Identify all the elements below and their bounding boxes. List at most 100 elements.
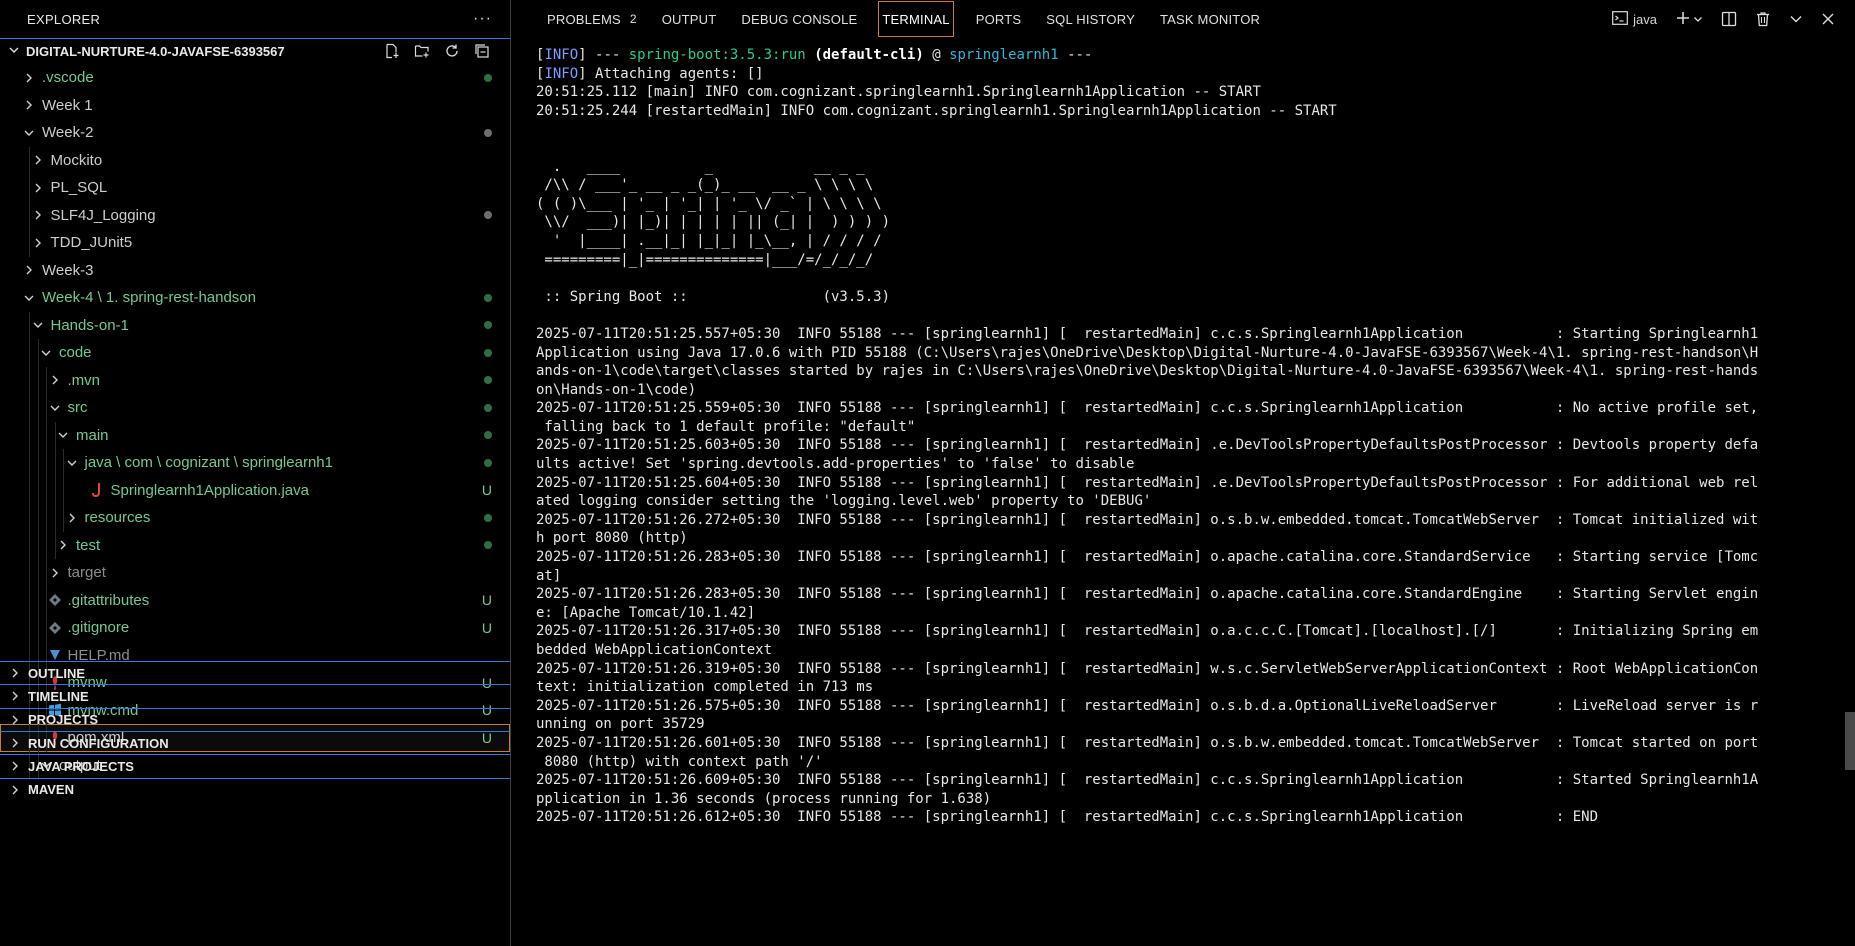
git-file-icon bbox=[48, 592, 62, 608]
git-status-dot bbox=[484, 504, 492, 532]
terminal-text: on\Hands-on-1\code) bbox=[536, 381, 697, 398]
terminal-text: 2025-07-11T20:51:26.283+05:30 INFO 55188… bbox=[536, 586, 1759, 603]
tree-item[interactable]: src bbox=[0, 394, 510, 422]
terminal-line: 2025-07-11T20:51:26.575+05:30 INFO 55188… bbox=[536, 697, 1841, 716]
tree-item[interactable]: Week-2 bbox=[0, 119, 510, 147]
terminal-text: pplication in 1.36 seconds (process runn… bbox=[536, 790, 992, 807]
tab-debug-console[interactable]: DEBUG CONSOLE bbox=[729, 0, 870, 38]
more-actions-icon[interactable]: ··· bbox=[473, 10, 492, 28]
section-outline[interactable]: OUTLINE bbox=[0, 661, 510, 684]
terminal-text: ' |____| .__|_| |_|_| |_\__, | / / / / bbox=[536, 232, 882, 249]
explorer-sidebar: EXPLORER ··· DIGITAL-NURTURE-4.0-JAVAFSE… bbox=[0, 0, 511, 946]
refresh-icon[interactable] bbox=[442, 41, 462, 61]
status-dot bbox=[484, 128, 492, 137]
terminal-panel: PROBLEMS 2 OUTPUT DEBUG CONSOLE TERMINAL PORT… bbox=[511, 0, 1855, 946]
indent-guide bbox=[29, 531, 30, 559]
indent-guide bbox=[37, 504, 39, 532]
section-run-configuration[interactable]: RUN CONFIGURATION bbox=[0, 730, 510, 754]
new-terminal-button[interactable] bbox=[1675, 10, 1703, 29]
terminal-text: e: [Apache Tomcat/10.1.42] bbox=[536, 604, 756, 621]
terminal-line: ' |____| .__|_| |_|_| |_\__, | / / / / bbox=[536, 232, 1841, 251]
terminal-text: ands-on-1\code\target\classes started by… bbox=[536, 363, 1759, 380]
terminal-line: :: Spring Boot :: (v3.5.3) bbox=[536, 288, 1841, 307]
terminal-text: ults active! Set 'spring.devtools.add-pr… bbox=[536, 456, 1135, 473]
status-dot bbox=[484, 211, 492, 220]
tree-item[interactable]: .gitignore U bbox=[0, 614, 510, 642]
terminal-scrollbar[interactable] bbox=[1845, 712, 1855, 770]
status-dot bbox=[484, 513, 492, 522]
section-timeline[interactable]: TIMELINE bbox=[0, 684, 510, 707]
tree-item-label: .mvn bbox=[67, 371, 101, 389]
tree-item[interactable]: Week-4 \ 1. spring-rest-handson bbox=[0, 284, 510, 312]
terminal-text: 2025-07-11T20:51:26.317+05:30 INFO 55188… bbox=[536, 623, 1759, 640]
chevron-right-icon bbox=[8, 784, 22, 796]
tree-item[interactable]: Week-3 bbox=[0, 257, 510, 285]
chevron-right-icon bbox=[56, 537, 70, 553]
tree-item-label: src bbox=[67, 399, 88, 417]
status-dot bbox=[484, 321, 492, 330]
tree-item[interactable]: resources bbox=[0, 504, 510, 532]
tree-item[interactable]: .mvn bbox=[0, 366, 510, 394]
chevron-right-icon bbox=[48, 565, 62, 581]
chevron-down-icon bbox=[1693, 12, 1703, 27]
close-panel-icon[interactable] bbox=[1821, 12, 1835, 26]
more-actions-icon[interactable] bbox=[1789, 12, 1803, 26]
collapse-all-icon[interactable] bbox=[472, 41, 492, 61]
tree-item[interactable]: Week 1 bbox=[0, 92, 510, 120]
section-maven[interactable]: MAVEN bbox=[0, 777, 510, 801]
new-folder-icon[interactable] bbox=[412, 41, 432, 61]
tree-item[interactable]: main bbox=[0, 421, 510, 450]
tree-item[interactable]: Mockito bbox=[0, 146, 510, 174]
split-terminal-icon[interactable] bbox=[1721, 11, 1737, 27]
terminal-text: /\\ / ___'_ __ _ _(_)_ __ __ _ \ \ \ \ bbox=[536, 177, 874, 194]
tree-item[interactable]: .gitattributes U bbox=[0, 586, 510, 614]
tree-item[interactable]: SLF4J_Logging bbox=[0, 201, 510, 229]
terminal-line: 2025-07-11T20:51:26.283+05:30 INFO 55188… bbox=[536, 585, 1841, 604]
tab-output[interactable]: OUTPUT bbox=[650, 0, 730, 38]
indent-guide bbox=[37, 421, 39, 449]
tab-task-monitor[interactable]: TASK MONITOR bbox=[1148, 0, 1273, 38]
terminal-text: unning on port 35729 bbox=[536, 716, 705, 733]
tree-item[interactable]: PL_SQL bbox=[0, 174, 510, 202]
indent-guide bbox=[46, 586, 47, 614]
git-status-dot bbox=[484, 284, 492, 312]
tree-item[interactable]: code bbox=[0, 339, 510, 367]
terminal-line: at] bbox=[536, 567, 1841, 586]
tree-item[interactable]: TDD_JUnit5 bbox=[0, 229, 510, 257]
tree-item-label: target bbox=[67, 564, 106, 582]
workspace-folder-header[interactable]: DIGITAL-NURTURE-4.0-JAVAFSE-6393567 bbox=[0, 38, 510, 64]
tree-item[interactable]: .vscode bbox=[0, 64, 510, 92]
status-dot bbox=[484, 541, 492, 550]
terminal-text: h port 8080 (http) bbox=[536, 530, 688, 547]
indent-guide bbox=[46, 366, 47, 394]
tree-item[interactable]: test bbox=[0, 531, 510, 559]
tab-terminal[interactable]: TERMINAL bbox=[878, 1, 954, 37]
indent-guide bbox=[37, 531, 39, 559]
terminal-line: 20:51:25.244 [restartedMain] INFO com.co… bbox=[536, 102, 1841, 121]
indent-guide bbox=[63, 449, 64, 477]
tab-sql-history[interactable]: SQL HISTORY bbox=[1034, 0, 1148, 38]
terminal-output[interactable]: [INFO] --- spring-boot:3.5.3:run (defaul… bbox=[536, 46, 1841, 946]
terminal-instance-selector[interactable]: java bbox=[1612, 10, 1657, 28]
new-file-icon[interactable] bbox=[382, 41, 402, 61]
tree-item[interactable]: java \ com \ cognizant \ springlearnh1 bbox=[0, 449, 510, 477]
terminal-text: --- bbox=[1058, 47, 1093, 63]
trash-icon[interactable] bbox=[1755, 11, 1771, 27]
tab-problems[interactable]: PROBLEMS 2 bbox=[535, 0, 650, 38]
tree-item[interactable]: Springlearnh1Application.java U bbox=[0, 476, 510, 504]
panel-actions: java bbox=[1612, 0, 1835, 38]
tab-ports[interactable]: PORTS bbox=[964, 0, 1035, 38]
chevron-down-icon bbox=[48, 400, 62, 416]
tab-label: SQL HISTORY bbox=[1046, 11, 1135, 27]
section-projects[interactable]: PROJECTS bbox=[0, 707, 510, 731]
status-dot bbox=[484, 458, 492, 467]
section-java-projects[interactable]: JAVA PROJECTS bbox=[0, 754, 510, 777]
indent-guide bbox=[54, 476, 56, 504]
indent-guide bbox=[46, 449, 47, 477]
git-status-dot bbox=[484, 422, 492, 450]
tree-item[interactable]: target bbox=[0, 559, 510, 587]
chevron-down-icon bbox=[22, 290, 36, 306]
tree-item[interactable]: Hands-on-1 bbox=[0, 311, 510, 339]
git-status-badge: U bbox=[481, 482, 492, 499]
